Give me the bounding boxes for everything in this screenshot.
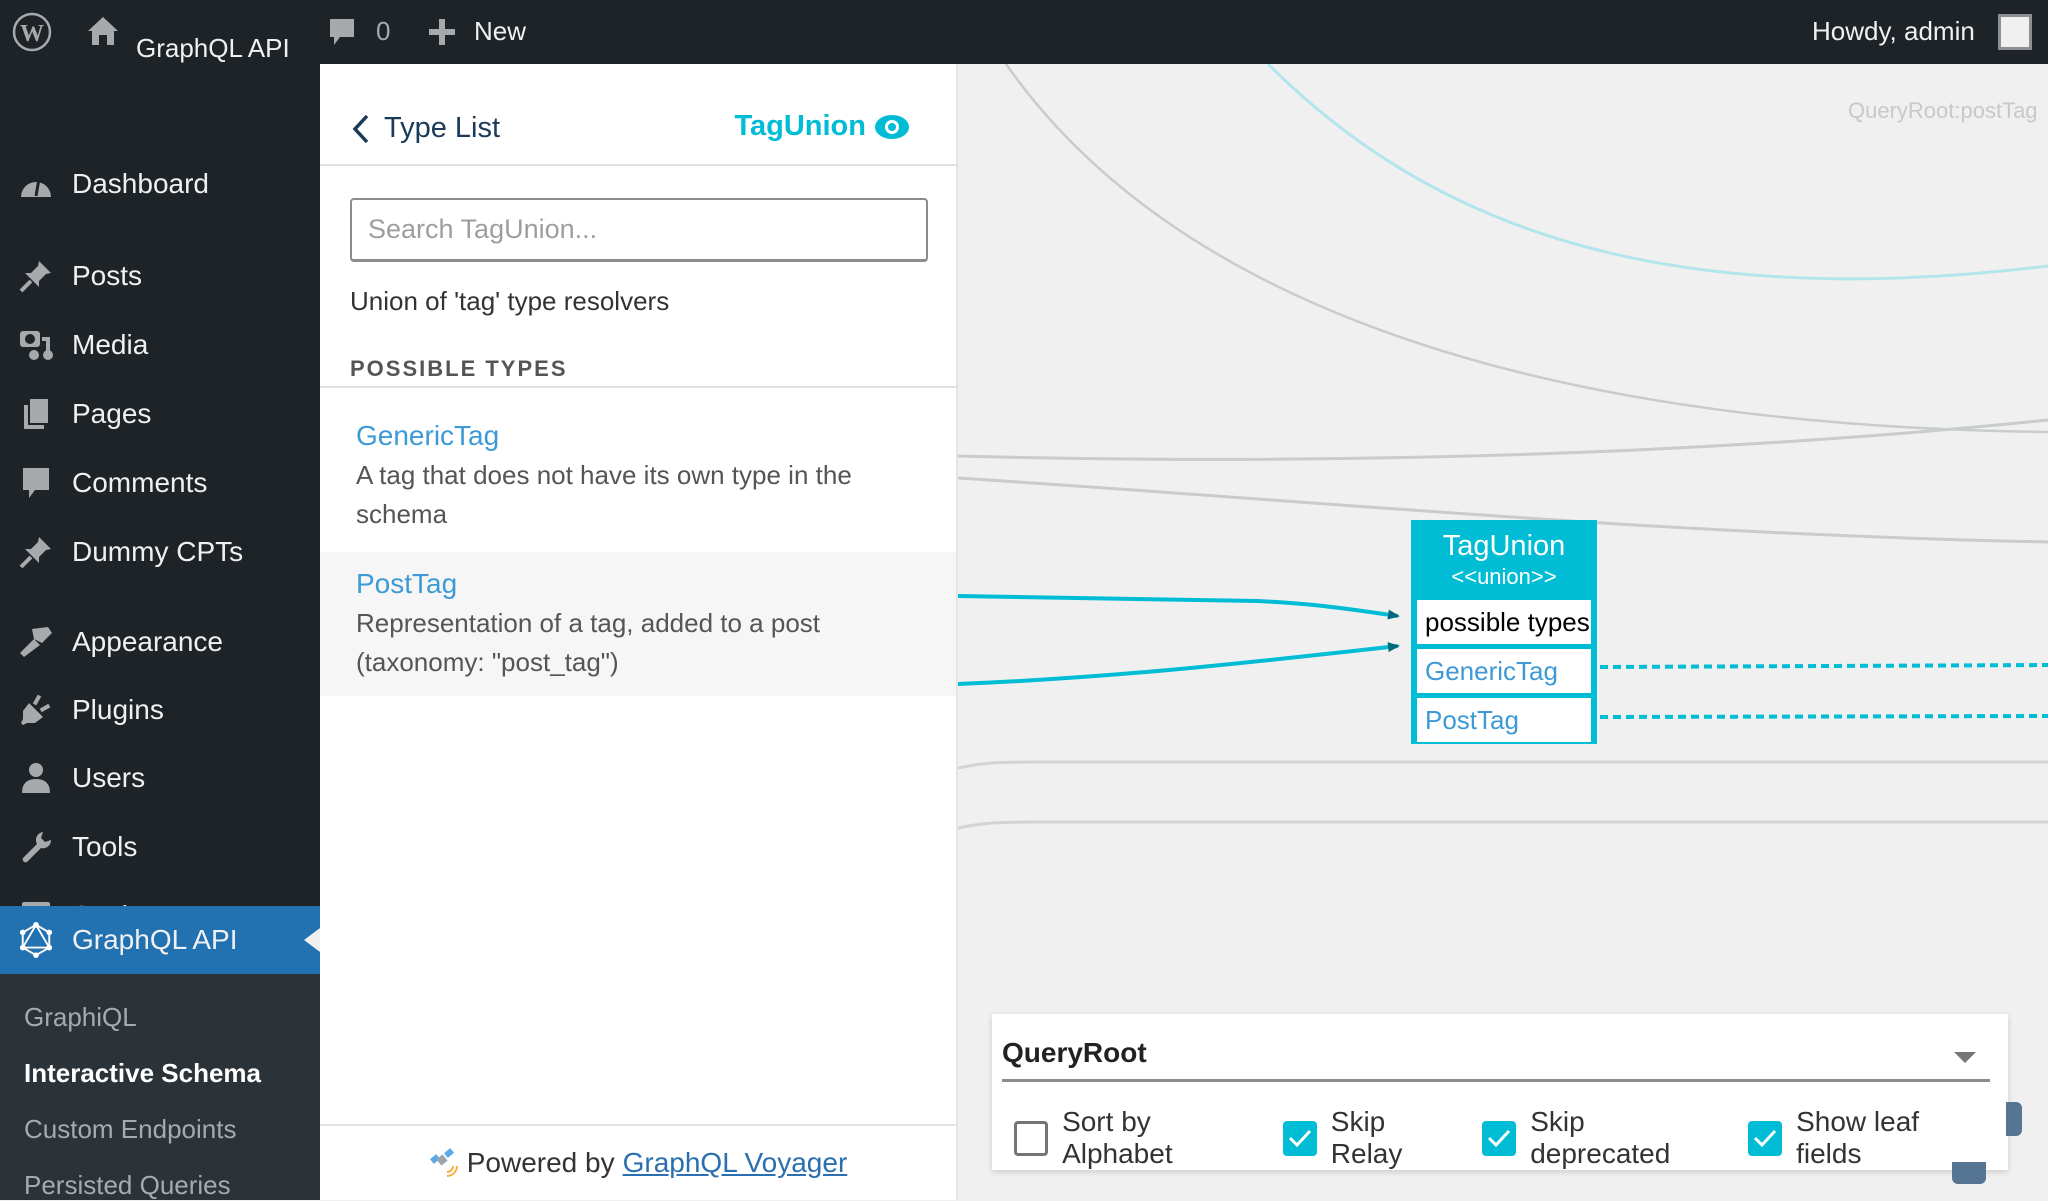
submenu-item-persisted-queries[interactable]: Persisted Queries: [24, 1170, 231, 1201]
dashboard-icon: [18, 166, 54, 202]
graph-edge-post-tag[interactable]: [1599, 714, 2048, 719]
sidebar-item-comments[interactable]: Comments: [0, 457, 320, 509]
possible-type-link[interactable]: GenericTag: [356, 420, 920, 452]
sidebar-item-media[interactable]: Media: [0, 319, 320, 371]
checkbox-checked-icon[interactable]: [1482, 1120, 1517, 1156]
zoom-control-button[interactable]: [2006, 1102, 2022, 1136]
current-type-title: TagUnion: [734, 110, 910, 143]
graph-edge-to-union[interactable]: [958, 594, 1400, 620]
submenu-item-interactive-schema[interactable]: Interactive Schema: [24, 1058, 261, 1089]
sidebar-item-posts[interactable]: Posts: [0, 250, 320, 302]
media-icon: [18, 327, 54, 363]
checkbox-label: Skip deprecated: [1530, 1106, 1671, 1169]
possible-type-item[interactable]: PostTag Representation of a tag, added t…: [320, 552, 956, 696]
wordpress-logo-icon[interactable]: W: [12, 12, 52, 52]
skip-deprecated-checkbox[interactable]: Skip deprecated: [1482, 1106, 1726, 1170]
plugin-icon: [18, 692, 54, 728]
svg-text:W: W: [20, 21, 44, 47]
panel-footer: Powered by GraphQL Voyager: [320, 1124, 956, 1200]
howdy-user[interactable]: Howdy, admin: [1812, 16, 1975, 47]
checkbox-label: Sort by Alphabet: [1062, 1106, 1173, 1169]
wrench-icon: [18, 829, 54, 865]
powered-by-text: Powered by: [466, 1147, 615, 1178]
checkbox-unchecked-icon[interactable]: [1014, 1120, 1049, 1156]
checkbox-label: Show leaf fields: [1796, 1106, 1920, 1169]
graph-edge[interactable]: [958, 820, 2048, 830]
possible-type-description: A tag that does not have its own type in…: [356, 460, 852, 529]
comments-count[interactable]: 0: [376, 16, 390, 47]
checkbox-checked-icon[interactable]: [1748, 1120, 1783, 1156]
type-description: Union of 'tag' type resolvers: [350, 286, 670, 316]
settings-checkboxes: Sort by Alphabet Skip Relay Skip depreca…: [1014, 1106, 2008, 1170]
node-field-row[interactable]: GenericTag: [1417, 649, 1591, 693]
home-icon[interactable]: [86, 14, 120, 55]
possible-type-link[interactable]: PostTag: [356, 568, 920, 600]
submenu-item-custom-endpoints[interactable]: Custom Endpoints: [24, 1114, 236, 1145]
node-field-row[interactable]: PostTag: [1417, 698, 1591, 742]
divider: [320, 386, 956, 388]
pushpin-icon: [18, 258, 54, 294]
graphql-api-submenu: GraphiQL Interactive Schema Custom Endpo…: [0, 974, 320, 1200]
zoom-control-button[interactable]: [1952, 1162, 1986, 1184]
sidebar-item-appearance[interactable]: Appearance: [0, 616, 320, 668]
possible-types-heading: POSSIBLE TYPES: [350, 356, 568, 381]
graphql-icon: [18, 922, 54, 958]
sidebar-item-graphql-api[interactable]: GraphQL API: [0, 906, 320, 974]
root-type-select[interactable]: QueryRoot: [1002, 1026, 1990, 1082]
caret-down-icon[interactable]: [1954, 1052, 1976, 1063]
checkbox-checked-icon[interactable]: [1282, 1120, 1317, 1156]
admin-bar: W GraphQL API 0 New Howdy, admin: [0, 0, 2048, 64]
type-doc-panel: Type List TagUnion Union of 'tag' type r…: [320, 64, 958, 1200]
skip-relay-checkbox[interactable]: Skip Relay: [1282, 1106, 1460, 1170]
graph-edge[interactable]: [958, 760, 2048, 770]
satellite-icon: [429, 1148, 458, 1177]
sidebar-item-pages[interactable]: Pages: [0, 388, 320, 440]
sort-by-alphabet-checkbox[interactable]: Sort by Alphabet: [1014, 1106, 1261, 1170]
eye-icon[interactable]: [874, 114, 910, 140]
node-kind: <<union>>: [1451, 564, 1557, 589]
type-doc-header: Type List TagUnion: [320, 64, 956, 166]
graph-edge-generic-tag[interactable]: [1599, 663, 2048, 669]
comment-icon[interactable]: [328, 17, 356, 56]
graph-edge[interactable]: [1266, 64, 2048, 281]
type-search-input[interactable]: [350, 198, 928, 262]
comment-icon: [18, 465, 54, 501]
sidebar-item-tools[interactable]: Tools: [0, 821, 320, 873]
back-to-type-list-button[interactable]: Type List: [352, 112, 500, 145]
back-label: Type List: [384, 112, 501, 144]
graph-edge-to-union[interactable]: [958, 642, 1400, 686]
graphql-voyager-link[interactable]: GraphQL Voyager: [623, 1147, 848, 1179]
chevron-left-icon: [352, 114, 369, 143]
sidebar-item-plugins[interactable]: Plugins: [0, 684, 320, 736]
new-content-link[interactable]: New: [474, 16, 526, 47]
voyager-settings-panel: QueryRoot Sort by Alphabet Skip Relay Sk…: [992, 1014, 2008, 1170]
possible-type-description: Representation of a tag, added to a post…: [356, 608, 821, 677]
pages-icon: [18, 396, 54, 432]
user-icon: [18, 760, 54, 796]
show-leaf-fields-checkbox[interactable]: Show leaf fields: [1748, 1106, 1986, 1170]
possible-type-item[interactable]: GenericTag A tag that does not have its …: [320, 404, 956, 530]
type-name: TagUnion: [734, 110, 866, 142]
plus-icon[interactable]: [428, 18, 456, 53]
submenu-item-graphiql[interactable]: GraphiQL: [24, 1002, 137, 1033]
root-type-value: QueryRoot: [1002, 1036, 1147, 1068]
paintbrush-icon: [18, 624, 54, 660]
sidebar-item-dummy-cpts[interactable]: Dummy CPTs: [0, 526, 320, 578]
edge-label: QueryRoot:postTag: [1848, 98, 2038, 123]
node-title: TagUnion: [1442, 530, 1566, 562]
checkbox-label: Skip Relay: [1330, 1106, 1403, 1169]
pushpin-icon: [18, 534, 54, 570]
avatar[interactable]: [1998, 14, 2032, 50]
sidebar-item-dashboard[interactable]: Dashboard: [0, 158, 320, 210]
node-header-row: possible types: [1417, 600, 1591, 644]
graph-node-tagunion[interactable]: TagUnion <<union>> possible types Generi…: [1411, 520, 1597, 744]
sidebar-item-users[interactable]: Users: [0, 752, 320, 804]
